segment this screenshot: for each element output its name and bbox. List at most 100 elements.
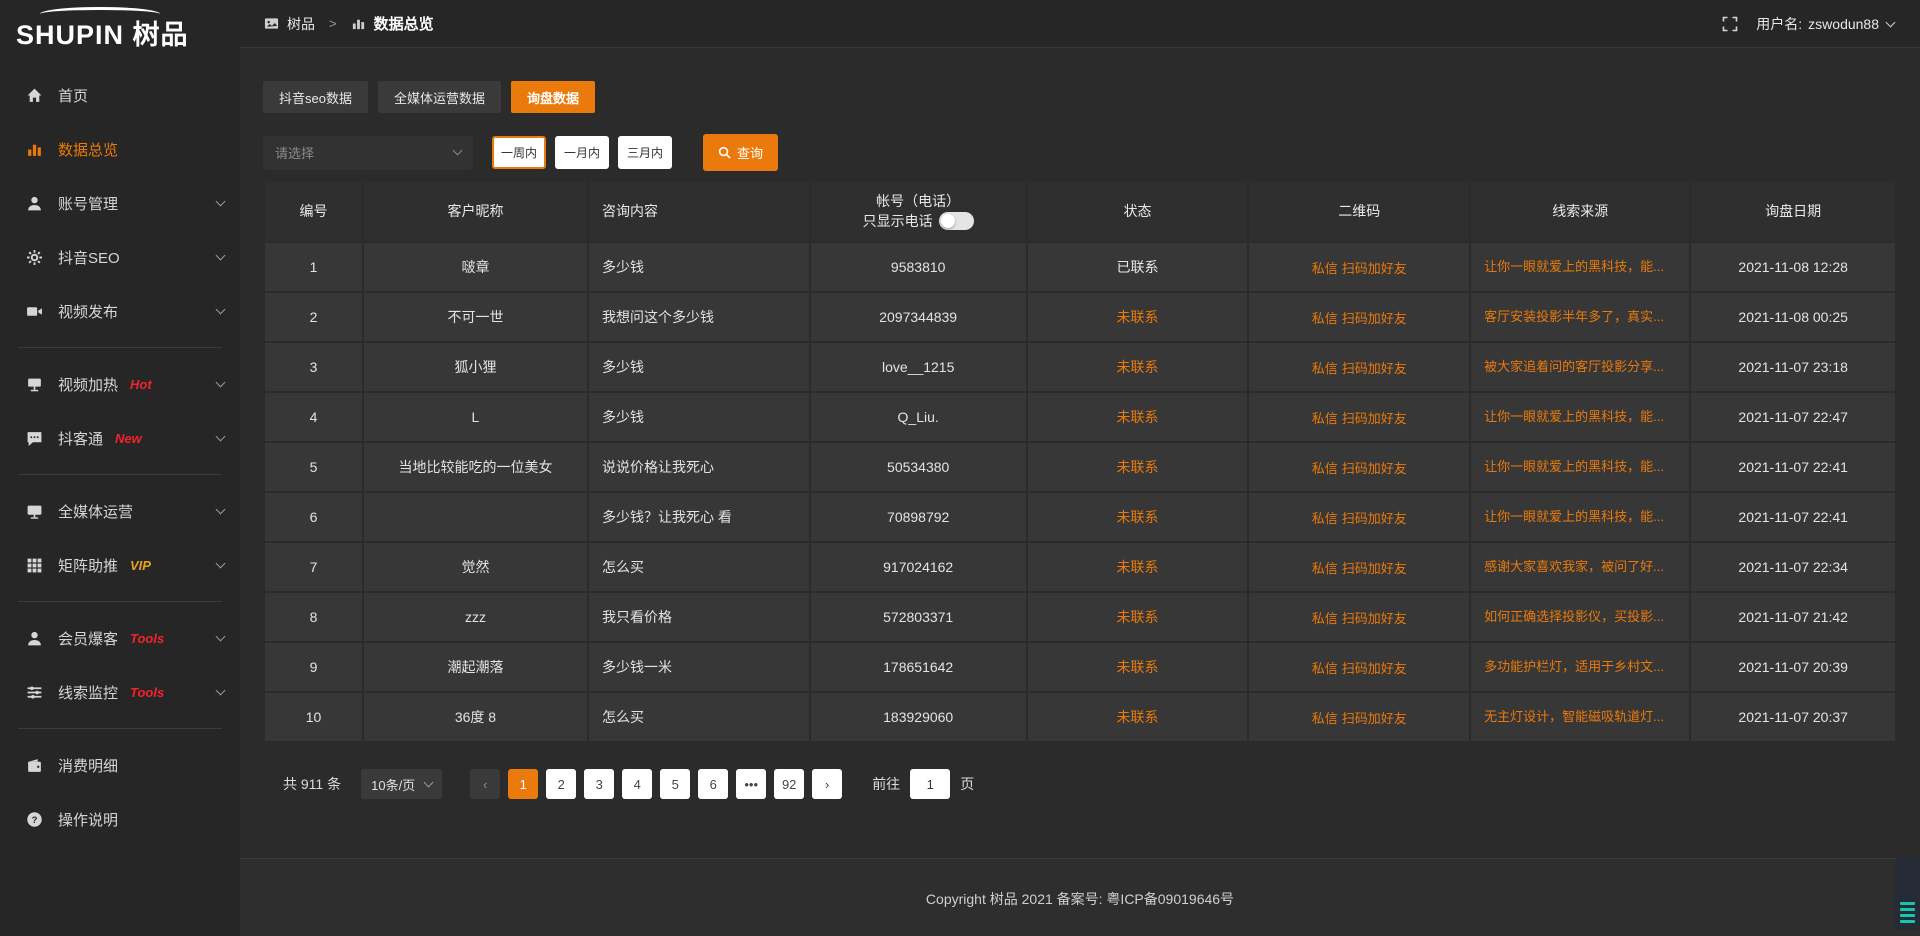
- qr-link[interactable]: 扫码加好友: [1342, 711, 1407, 726]
- sidebar-item-2[interactable]: 数据总览: [0, 122, 240, 176]
- cell-date: 2021-11-07 22:47: [1691, 393, 1895, 441]
- column-header-2: 客户昵称: [364, 181, 587, 241]
- cell-source: 让你一眼就爱上的黑科技，能...: [1471, 493, 1689, 541]
- source-link[interactable]: 让你一眼就爱上的黑科技，能...: [1484, 406, 1664, 425]
- page-button-4[interactable]: 4: [622, 769, 652, 799]
- chevron-down-icon: [216, 304, 226, 314]
- qr-link[interactable]: 扫码加好友: [1342, 361, 1407, 376]
- cell-qrcode: 私信扫码加好友: [1249, 593, 1469, 641]
- page-button-1[interactable]: 1: [508, 769, 538, 799]
- qr-link[interactable]: 私信: [1312, 711, 1338, 726]
- sidebar-item-badge: New: [115, 431, 142, 446]
- qr-link[interactable]: 扫码加好友: [1342, 561, 1407, 576]
- tab-1[interactable]: 抖音seo数据: [263, 81, 368, 113]
- source-link[interactable]: 被大家追着问的客厅投影分享...: [1484, 356, 1664, 375]
- qr-link[interactable]: 私信: [1312, 261, 1338, 276]
- page-button-2[interactable]: 2: [546, 769, 576, 799]
- tab-3[interactable]: 询盘数据: [511, 81, 595, 113]
- sidebar-item-4[interactable]: 抖音SEO: [0, 230, 240, 284]
- sidebar: SHUPIN 树品 首页数据总览账号管理抖音SEO视频发布视频加热Hot抖客通N…: [0, 0, 240, 936]
- qr-link[interactable]: 私信: [1312, 361, 1338, 376]
- column-header-5: 状态: [1028, 181, 1248, 241]
- page-button-92[interactable]: 92: [774, 769, 804, 799]
- sidebar-item-7[interactable]: 抖客通New: [0, 411, 240, 465]
- source-link[interactable]: 无主灯设计，智能磁吸轨道灯...: [1484, 706, 1664, 725]
- cell-status: 未联系: [1028, 593, 1248, 641]
- prev-page-button[interactable]: ‹: [470, 769, 500, 799]
- qr-link[interactable]: 私信: [1312, 411, 1338, 426]
- sidebar-item-6[interactable]: 视频加热Hot: [0, 357, 240, 411]
- image-icon: [264, 16, 279, 31]
- table-body: 1啵章多少钱9583810已联系私信扫码加好友让你一眼就爱上的黑科技，能...2…: [265, 243, 1895, 741]
- chevron-down-icon: [424, 778, 434, 788]
- sidebar-item-10[interactable]: 会员爆客Tools: [0, 611, 240, 665]
- monitor-icon: [26, 503, 43, 520]
- qr-link[interactable]: 扫码加好友: [1342, 461, 1407, 476]
- copyright-text: Copyright 树品 2021 备案号: 粤ICP备09019646号: [926, 891, 1234, 907]
- qr-link[interactable]: 私信: [1312, 511, 1338, 526]
- sidebar-item-13[interactable]: ?操作说明: [0, 792, 240, 846]
- floating-widget[interactable]: [1895, 858, 1920, 930]
- column-header-label: 询盘日期: [1765, 203, 1821, 219]
- sidebar-item-3[interactable]: 账号管理: [0, 176, 240, 230]
- page-size-select[interactable]: 10条/页: [361, 769, 442, 799]
- search-button-label: 查询: [737, 143, 763, 162]
- qr-link[interactable]: 私信: [1312, 461, 1338, 476]
- phone-only-toggle[interactable]: [939, 212, 974, 230]
- page-button-5[interactable]: 5: [660, 769, 690, 799]
- chevron-down-icon: [216, 631, 226, 641]
- chevron-down-icon: [216, 377, 226, 387]
- source-link[interactable]: 客厅安装投影半年多了，真实...: [1484, 306, 1664, 325]
- source-link[interactable]: 多功能护栏灯，适用于乡村文...: [1484, 656, 1664, 675]
- page-ellipsis-button[interactable]: •••: [736, 769, 766, 799]
- cell-no: 10: [265, 693, 362, 741]
- qr-link[interactable]: 私信: [1312, 561, 1338, 576]
- qr-link[interactable]: 私信: [1312, 311, 1338, 326]
- qr-link[interactable]: 私信: [1312, 611, 1338, 626]
- cell-qrcode: 私信扫码加好友: [1249, 293, 1469, 341]
- page-unit-label: 页: [960, 774, 974, 794]
- source-link[interactable]: 让你一眼就爱上的黑科技，能...: [1484, 256, 1664, 275]
- qr-link[interactable]: 扫码加好友: [1342, 311, 1407, 326]
- source-link[interactable]: 让你一眼就爱上的黑科技，能...: [1484, 456, 1664, 475]
- page-button-3[interactable]: 3: [584, 769, 614, 799]
- sidebar-item-1[interactable]: 首页: [0, 68, 240, 122]
- logo: SHUPIN 树品: [0, 0, 240, 56]
- sidebar-item-8[interactable]: 全媒体运营: [0, 484, 240, 538]
- qr-link[interactable]: 私信: [1312, 661, 1338, 676]
- source-link[interactable]: 感谢大家喜欢我家，被问了好...: [1484, 556, 1664, 575]
- column-header-1: 编号: [265, 181, 362, 241]
- column-header-3: 咨询内容: [589, 181, 809, 241]
- sidebar-item-11[interactable]: 线索监控Tools: [0, 665, 240, 719]
- fullscreen-icon[interactable]: [1722, 16, 1738, 32]
- search-button[interactable]: 查询: [703, 134, 778, 171]
- username: zswodun88: [1808, 16, 1879, 32]
- range-button-2[interactable]: 一月内: [555, 136, 609, 169]
- table-row: 4L多少钱Q_Liu.未联系私信扫码加好友让你一眼就爱上的黑科技，能...202…: [265, 393, 1895, 441]
- qr-link[interactable]: 扫码加好友: [1342, 411, 1407, 426]
- qr-link[interactable]: 扫码加好友: [1342, 611, 1407, 626]
- sidebar-item-label: 账号管理: [58, 193, 118, 214]
- cell-no: 8: [265, 593, 362, 641]
- range-button-1[interactable]: 一周内: [492, 136, 546, 169]
- tab-2[interactable]: 全媒体运营数据: [378, 81, 501, 113]
- sidebar-item-12[interactable]: 消费明细: [0, 738, 240, 792]
- next-page-button[interactable]: ›: [812, 769, 842, 799]
- filter-select[interactable]: 请选择: [263, 136, 473, 170]
- breadcrumb-home[interactable]: 树品: [287, 14, 315, 34]
- goto-page-input[interactable]: [910, 769, 950, 799]
- source-link[interactable]: 如何正确选择投影仪，买投影...: [1484, 606, 1664, 625]
- chevron-down-icon: [216, 196, 226, 206]
- cell-nickname: 啵章: [364, 243, 587, 291]
- sidebar-item-5[interactable]: 视频发布: [0, 284, 240, 338]
- sidebar-item-9[interactable]: 矩阵助推VIP: [0, 538, 240, 592]
- qr-link[interactable]: 扫码加好友: [1342, 261, 1407, 276]
- qr-link[interactable]: 扫码加好友: [1342, 661, 1407, 676]
- user-menu[interactable]: 用户名: zswodun88: [1756, 14, 1894, 34]
- cell-nickname: L: [364, 393, 587, 441]
- qr-link[interactable]: 扫码加好友: [1342, 511, 1407, 526]
- source-link[interactable]: 让你一眼就爱上的黑科技，能...: [1484, 506, 1664, 525]
- page-button-6[interactable]: 6: [698, 769, 728, 799]
- range-button-3[interactable]: 三月内: [618, 136, 672, 169]
- cell-source: 如何正确选择投影仪，买投影...: [1471, 593, 1689, 641]
